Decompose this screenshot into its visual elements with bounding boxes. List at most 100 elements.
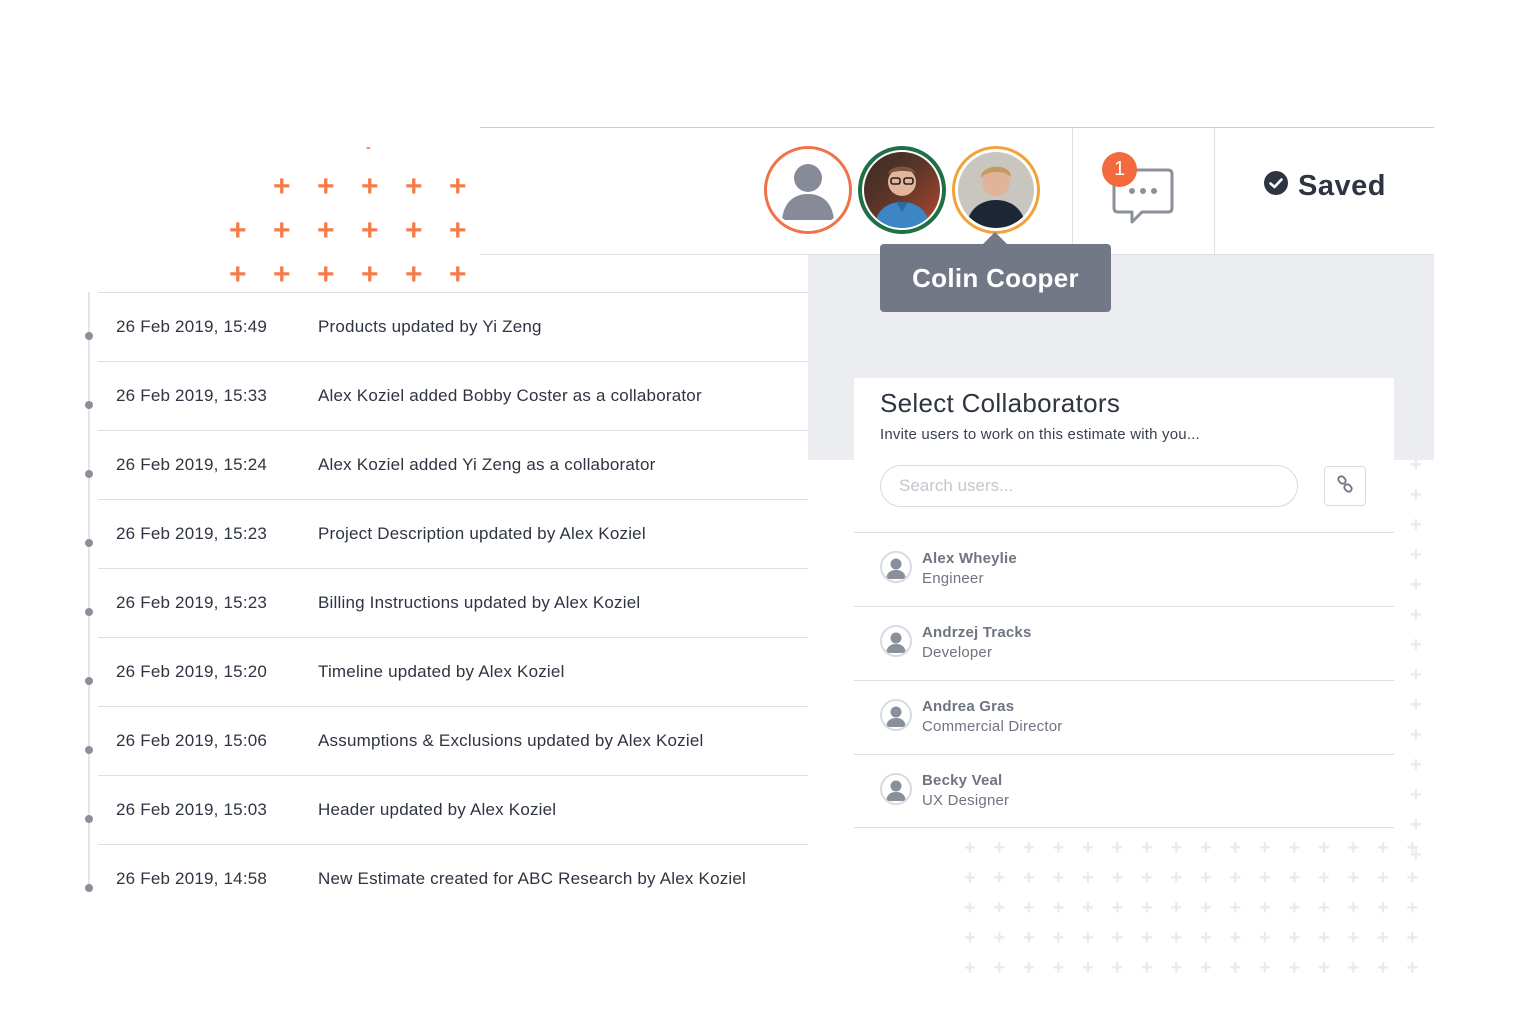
user-list-item[interactable]: Becky Veal UX Designer [854, 754, 1394, 828]
activity-row: 26 Feb 2019, 15:24 Alex Koziel added Yi Z… [98, 430, 808, 499]
activity-date: 26 Feb 2019, 15:49 [116, 317, 268, 336]
timeline-dot [85, 401, 93, 409]
user-icon [880, 773, 912, 805]
decorative-plus: + [1200, 837, 1212, 859]
decorative-plus: + [1406, 927, 1419, 949]
decorative-plus: + [1229, 957, 1242, 979]
decorative-plus: + [1141, 927, 1153, 949]
activity-date: 26 Feb 2019, 15:24 [116, 455, 268, 474]
decorative-plus: + [1318, 957, 1330, 979]
decorative-plus: + [1318, 867, 1330, 889]
decorative-plus: + [964, 957, 976, 979]
decorative-plus: + [1410, 784, 1422, 806]
decorative-plus: + [1347, 897, 1360, 919]
decorative-plus: + [1082, 927, 1094, 949]
decorative-plus: + [1288, 867, 1301, 889]
decorative-plus: + [1023, 897, 1035, 919]
user-icon [770, 152, 846, 228]
collaborator-avatar-photo-1[interactable] [858, 146, 946, 234]
decorative-plus: + [1229, 867, 1242, 889]
timeline-dot [85, 677, 93, 685]
decorative-plus: + [1170, 957, 1183, 979]
activity-date: 26 Feb 2019, 15:03 [116, 800, 268, 819]
decorative-plus: + [1410, 634, 1422, 656]
user-icon [880, 551, 912, 583]
user-photo [958, 152, 1034, 228]
activity-row: 26 Feb 2019, 15:23 Project Description up… [98, 499, 808, 568]
user-name: Becky Veal [922, 772, 1003, 789]
decorative-plus: + [1111, 927, 1124, 949]
decorative-plus: + [1377, 867, 1389, 889]
decorative-plus: + [1023, 837, 1035, 859]
activity-row: 26 Feb 2019, 14:58 New Estimate created f… [98, 844, 808, 913]
decorative-plus: + [1229, 837, 1242, 859]
decorative-plus: + [1259, 837, 1271, 859]
decorative-plus: + [964, 897, 976, 919]
decorative-plus: + [1347, 837, 1360, 859]
activity-description: Billing Instructions updated by Alex Koz… [318, 593, 641, 612]
activity-description: Project Description updated by Alex Kozi… [318, 524, 646, 543]
decorative-plus: + [964, 867, 976, 889]
decorative-plus: + [1023, 867, 1035, 889]
decorative-plus: + [1377, 957, 1389, 979]
decorative-plus: + [1141, 867, 1153, 889]
decorative-plus: + [1406, 957, 1419, 979]
search-users-input[interactable] [880, 465, 1298, 507]
user-icon [880, 699, 912, 731]
collaborator-avatar-default[interactable] [764, 146, 852, 234]
user-name: Alex Wheylie [922, 550, 1017, 567]
user-role: Engineer [922, 570, 984, 587]
panel-title: Select Collaborators [880, 388, 1121, 418]
activity-date: 26 Feb 2019, 15:20 [116, 662, 268, 681]
decorative-plus: + [1410, 514, 1422, 536]
timeline-dot [85, 815, 93, 823]
timeline-dot [85, 470, 93, 478]
timeline-dot [85, 746, 93, 754]
decorative-plus: + [1141, 957, 1153, 979]
decorative-plus: + [1318, 837, 1330, 859]
decorative-plus: + [1410, 694, 1422, 716]
decorative-plus: + [1229, 897, 1242, 919]
decorative-plus: + [1410, 724, 1422, 746]
decorative-plus: + [1410, 604, 1422, 626]
activity-description: Products updated by Yi Zeng [318, 317, 542, 336]
decorative-plus: + [1052, 837, 1065, 859]
activity-row: 26 Feb 2019, 15:23 Billing Instructions u… [98, 568, 808, 637]
panel-subtitle: Invite users to work on this estimate wi… [880, 426, 1200, 443]
decorative-plus: + [1288, 897, 1301, 919]
decorative-plus: + [1410, 754, 1422, 776]
decorative-plus: + [993, 867, 1006, 889]
decorative-plus: + [1170, 897, 1183, 919]
decorative-plus: + [1347, 927, 1360, 949]
saved-status: Saved [1264, 170, 1386, 203]
decorative-plus: + [964, 927, 976, 949]
decorative-plus: + [1170, 927, 1183, 949]
decorative-plus: + [993, 957, 1006, 979]
decorative-plus: + [1200, 867, 1212, 889]
user-list-item[interactable]: Andrzej Tracks Developer [854, 606, 1394, 680]
activity-date: 26 Feb 2019, 15:23 [116, 524, 268, 543]
decorative-plus: + [1200, 957, 1212, 979]
timeline-dot [85, 608, 93, 616]
user-list-item[interactable]: Alex Wheylie Engineer [854, 532, 1394, 606]
timeline-dot [85, 539, 93, 547]
decorative-plus: + [1141, 897, 1153, 919]
decorative-plus: + [1410, 574, 1422, 596]
timeline-dot [85, 884, 93, 892]
decorative-plus: + [1052, 867, 1065, 889]
user-name: Andrzej Tracks [922, 624, 1032, 641]
collaborator-avatar-photo-2[interactable] [952, 146, 1040, 234]
decorative-plus: + [1406, 897, 1419, 919]
decorative-plus: + [1111, 837, 1124, 859]
link-icon [1336, 474, 1354, 498]
user-name: Andrea Gras [922, 698, 1015, 715]
copy-link-button[interactable] [1324, 466, 1366, 506]
saved-label: Saved [1298, 170, 1386, 202]
user-list-item[interactable]: Andrea Gras Commercial Director [854, 680, 1394, 754]
user-icon [880, 625, 912, 657]
decorative-plus: + [1406, 837, 1419, 859]
decorative-plus: + [993, 927, 1006, 949]
check-circle-icon [1264, 170, 1288, 203]
decorative-plus: + [1111, 867, 1124, 889]
decorative-plus: + [1288, 837, 1301, 859]
